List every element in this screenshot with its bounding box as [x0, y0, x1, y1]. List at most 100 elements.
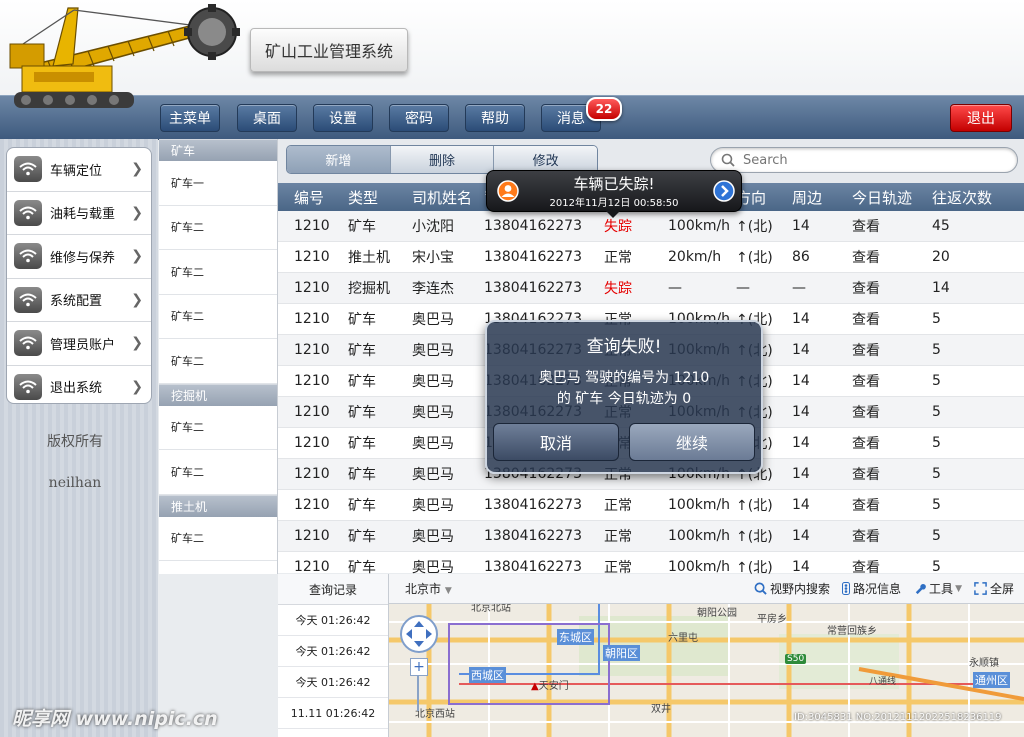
query-record-item[interactable]: 今天 01:26:42 [278, 605, 388, 636]
table-cell: 奥巴马 [412, 467, 454, 483]
category-item[interactable]: 矿车二 [159, 406, 277, 450]
view-track-link[interactable]: 查看 [852, 247, 932, 267]
table-cell: 奥巴马 [412, 498, 454, 514]
city-label: 北京市 [405, 582, 442, 596]
column-header[interactable]: 类型 [348, 187, 412, 208]
delete-button[interactable]: 删除 [390, 146, 495, 173]
fullscreen-button[interactable]: 全屏 [974, 580, 1014, 597]
alert-time: 2012年11月12日 00:58:50 [549, 198, 679, 209]
dialog-message-line1: 奥巴马 驾驶的编号为 1210 [538, 370, 710, 386]
add-button[interactable]: 新增 [287, 146, 391, 173]
category-item[interactable]: 矿车二 [159, 517, 277, 561]
table-cell: 1210 [294, 342, 330, 358]
query-record-item[interactable]: 今天 01:26:42 [278, 667, 388, 698]
category-item[interactable]: 矿车二 [159, 295, 277, 339]
view-track-link[interactable]: 查看 [852, 526, 932, 546]
category-item[interactable]: 矿车一 [159, 161, 277, 206]
map-toolbar: 北京市 ▼ 视野内搜索 路况信息 工具 ▼ 全屏 [389, 574, 1024, 604]
nav-help-button[interactable]: 帮助 [465, 104, 525, 132]
column-header[interactable]: 周边 [792, 187, 852, 208]
search-input[interactable] [741, 151, 1005, 169]
table-cell: 5 [932, 404, 941, 420]
cancel-button[interactable]: 取消 [493, 423, 619, 461]
table-cell: 挖掘机 [348, 281, 390, 297]
search-box [710, 147, 1018, 173]
table-cell: 13804162273 [484, 280, 582, 296]
sidebar-item-admin-account[interactable]: 管理员账户 ❯ [7, 322, 151, 366]
sidebar-item-vehicle-location[interactable]: 车辆定位 ❯ [7, 148, 151, 192]
continue-button[interactable]: 继续 [629, 423, 755, 461]
view-track-link[interactable]: 查看 [852, 278, 932, 298]
table-cell: 13804162273 [484, 249, 582, 265]
map-view-search-button[interactable]: 视野内搜索 [754, 580, 830, 597]
category-header-mine-truck[interactable]: 矿车 [159, 139, 277, 161]
query-record-item[interactable]: 11.11 01:26:42 [278, 698, 388, 729]
alert-detail-arrow-icon[interactable] [713, 180, 735, 202]
tools-menu-button[interactable]: 工具 ▼ [913, 580, 962, 597]
edit-button[interactable]: 修改 [494, 146, 597, 173]
bucket-wheel-excavator-logo [9, 4, 240, 108]
view-track-link[interactable]: 查看 [852, 433, 932, 453]
table-cell: 正常 [604, 250, 632, 266]
traffic-info-button[interactable]: 路况信息 [842, 580, 901, 597]
category-item[interactable]: 矿车二 [159, 206, 277, 250]
view-track-link[interactable]: 查看 [852, 371, 932, 391]
sidebar-item-system-config[interactable]: 系统配置 ❯ [7, 279, 151, 322]
fullscreen-icon [974, 582, 987, 595]
table-cell: 13804162273 [484, 497, 582, 513]
map-label: 永顺镇 [969, 658, 999, 669]
category-header-excavator[interactable]: 挖掘机 [159, 383, 277, 406]
logout-button[interactable]: 退出 [950, 104, 1012, 132]
view-track-link[interactable]: 查看 [852, 340, 932, 360]
table-cell: 1210 [294, 280, 330, 296]
column-header[interactable]: 今日轨迹 [852, 187, 932, 208]
view-track-link[interactable]: 查看 [852, 402, 932, 422]
nav-password-button[interactable]: 密码 [389, 104, 449, 132]
zoom-in-button[interactable]: + [410, 658, 428, 676]
table-cell: 奥巴马 [412, 343, 454, 359]
table-row[interactable]: 1210 推土机 宋小宝 13804162273 正常 20km/h ↑(北) 86 查看 20 [278, 242, 1024, 273]
category-header-bulldozer[interactable]: 推土机 [159, 494, 277, 517]
table-cell: 1210 [294, 249, 330, 265]
map-label: 北京西站 [415, 709, 455, 720]
wifi-icon [14, 243, 42, 270]
table-row[interactable]: 1210 矿车 小沈阳 13804162273 失踪 100km/h ↑(北) 14 查看 45 [278, 211, 1024, 242]
sidebar-item-fuel-load[interactable]: 油耗与载重 ❯ [7, 192, 151, 235]
view-track-link[interactable]: 查看 [852, 309, 932, 329]
vehicle-lost-alert[interactable]: 车辆已失踪! 2012年11月12日 00:58:50 [486, 170, 742, 218]
table-row[interactable]: 1210 挖掘机 李连杰 13804162273 失踪 — — — 查看 14 [278, 273, 1024, 304]
column-header[interactable]: 司机姓名 [412, 187, 484, 208]
table-cell: 20 [932, 249, 950, 265]
table-cell: 14 [932, 280, 950, 296]
nav-desktop-button[interactable]: 桌面 [237, 104, 297, 132]
table-cell: 矿车 [348, 343, 376, 359]
alert-title: 车辆已失踪! [573, 175, 655, 193]
table-cell: 李连杰 [412, 281, 454, 297]
nav-settings-button[interactable]: 设置 [313, 104, 373, 132]
view-track-link[interactable]: 查看 [852, 464, 932, 484]
column-header[interactable]: 往返次数 [932, 187, 1002, 208]
category-item[interactable]: 矿车二 [159, 450, 277, 495]
category-item[interactable]: 矿车二 [159, 250, 277, 295]
tiananmen-label: ▲天安门 [531, 677, 569, 692]
zoom-slider[interactable] [417, 675, 419, 711]
map-pan-control[interactable] [399, 614, 439, 654]
column-header[interactable]: 编号 [278, 187, 348, 208]
sidebar-item-exit-system[interactable]: 退出系统 ❯ [7, 366, 151, 404]
table-row[interactable]: 1210 矿车 奥巴马 13804162273 正常 100km/h ↑(北) 14 查看5 [278, 490, 1024, 521]
view-track-link[interactable]: 查看 [852, 216, 932, 236]
table-cell: — [668, 280, 682, 296]
query-record-item[interactable]: 今天 01:26:42 [278, 636, 388, 667]
category-item[interactable]: 矿车二 [159, 339, 277, 384]
column-header[interactable]: 方向 [736, 187, 792, 208]
table-cell: 13804162273 [484, 218, 582, 234]
city-selector[interactable]: 北京市 ▼ [405, 580, 452, 597]
wifi-icon [14, 373, 42, 400]
sidebar-item-label: 退出系统 [50, 381, 103, 397]
view-track-link[interactable]: 查看 [852, 495, 932, 515]
table-cell: 14 [792, 404, 810, 420]
map-district-label: 东城区 [557, 629, 594, 645]
table-row[interactable]: 1210 矿车 奥巴马 13804162273 正常 100km/h ↑(北) 14 查看5 [278, 521, 1024, 552]
watermark-id: ID:3045831 NO:20121112022518236119 [794, 712, 1002, 723]
sidebar-item-maintenance[interactable]: 维修与保养 ❯ [7, 235, 151, 279]
